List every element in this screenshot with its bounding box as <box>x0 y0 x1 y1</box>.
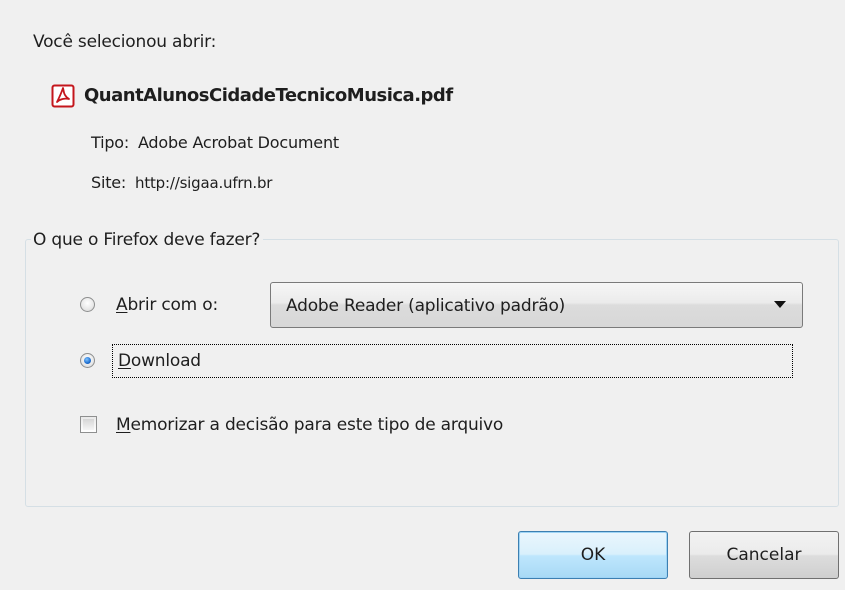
file-name: QuantAlunosCidadeTecnicoMusica.pdf <box>84 85 453 106</box>
pdf-file-icon <box>51 84 75 108</box>
dropdown-arrow-icon <box>774 301 786 308</box>
application-select-value: Adobe Reader (aplicativo padrão) <box>286 296 566 316</box>
application-select[interactable]: Adobe Reader (aplicativo padrão) <box>270 282 803 328</box>
download-label-text: ownload <box>130 351 201 371</box>
file-site-label: Site: <box>91 173 127 192</box>
open-with-radio[interactable] <box>80 297 95 312</box>
file-type-value: Adobe Acrobat Document <box>137 133 339 152</box>
file-row: QuantAlunosCidadeTecnicoMusica.pdf <box>51 83 453 109</box>
remember-label[interactable]: Memorizar a decisão para este tipo de ar… <box>116 413 503 437</box>
ok-button[interactable]: OK <box>518 531 668 579</box>
intro-text: Você selecionou abrir: <box>33 32 217 52</box>
remember-mnemonic: M <box>116 415 131 435</box>
download-radio[interactable] <box>80 353 95 368</box>
file-site-value: http://sigaa.ufrn.br <box>135 174 273 192</box>
download-mnemonic: D <box>118 351 131 371</box>
file-type-label: Tipo: <box>91 133 130 152</box>
action-group-legend: O que o Firefox deve fazer? <box>31 228 264 252</box>
cancel-button[interactable]: Cancelar <box>689 531 839 579</box>
open-with-label-text: brir com o: <box>127 295 218 315</box>
download-label[interactable]: Download <box>112 344 793 378</box>
remember-checkbox[interactable] <box>80 416 97 433</box>
remember-label-text: emorizar a decisão para este tipo de arq… <box>130 415 504 435</box>
open-with-label[interactable]: Abrir com o: <box>116 293 218 317</box>
file-type-row: Tipo: Adobe Acrobat Document <box>91 132 339 154</box>
open-with-mnemonic: A <box>116 295 128 315</box>
download-dialog: Você selecionou abrir: QuantAlunosCidade… <box>0 0 845 590</box>
file-site-row: Site: http://sigaa.ufrn.br <box>91 172 272 194</box>
